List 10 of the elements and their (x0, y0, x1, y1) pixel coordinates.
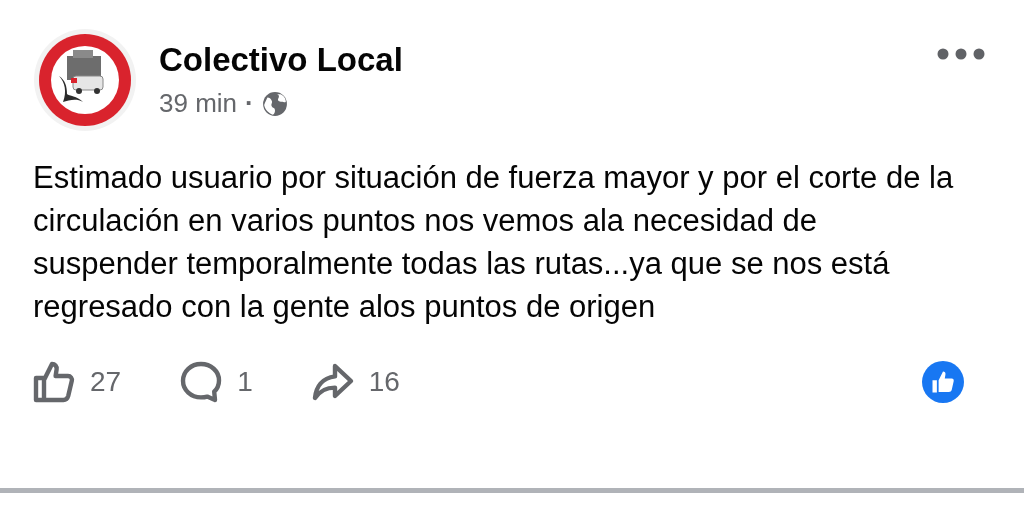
globe-icon (261, 90, 288, 117)
more-icon (937, 48, 985, 60)
like-reaction-icon (922, 361, 964, 403)
author-name[interactable]: Colectivo Local (159, 40, 403, 80)
post-time[interactable]: 39 min (159, 84, 238, 123)
share-button[interactable]: 16 (308, 358, 400, 406)
like-button[interactable]: 27 (30, 358, 122, 406)
comment-button[interactable]: 1 (177, 358, 253, 406)
post-text: Estimado usuario por situación de fuerza mayor y por el corte de la circulación en varios puntos nos vemos ala necesidad de suspender temporalmente todas las rutas...ya que se nos está regresado con la gente alos puntos de origen (32, 159, 955, 326)
separator-dot: · (245, 87, 254, 120)
